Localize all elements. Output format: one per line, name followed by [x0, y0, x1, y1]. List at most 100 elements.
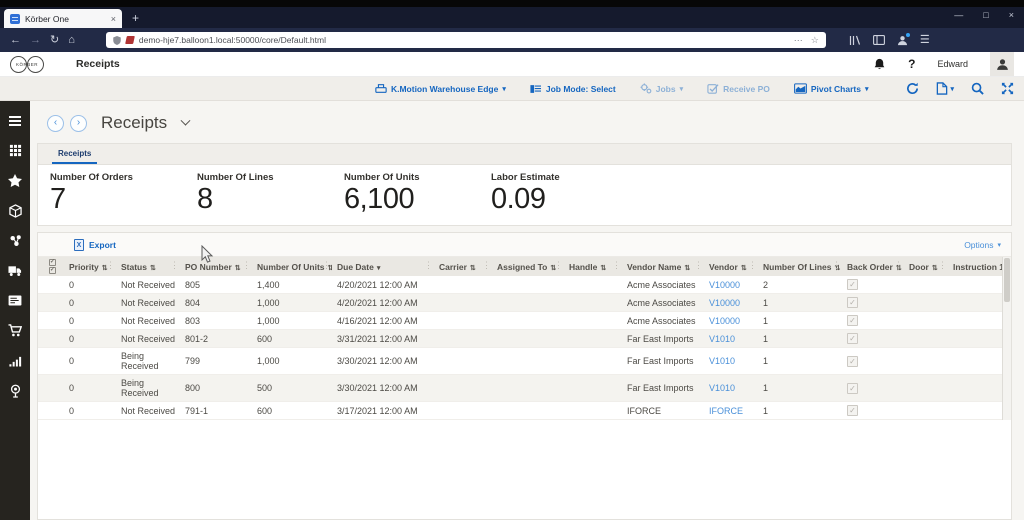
tab-receipts[interactable]: Receipts: [52, 149, 98, 164]
table-row[interactable]: 0 Not Received 801-2 600 3/31/2021 12:00 AM F…: [38, 329, 1011, 349]
row-select-cell[interactable]: [38, 401, 64, 421]
cell-carrier: [434, 293, 492, 313]
network-nodes-icon[interactable]: [8, 233, 23, 248]
column-header-back-order[interactable]: Back Order ⇅ ⋮: [842, 257, 904, 277]
browser-tab[interactable]: Körber One ×: [4, 9, 122, 28]
table-row[interactable]: 0 Being Received 800 500 3/30/2021 12:00 AM F…: [38, 374, 1011, 403]
column-header-number-of-units[interactable]: Number Of Units ⇅ ⋮: [252, 257, 332, 277]
scrollbar-thumb[interactable]: [1004, 258, 1010, 303]
cell-carrier: [434, 276, 492, 295]
row-select-cell[interactable]: [38, 311, 64, 331]
column-header-number-of-lines[interactable]: Number Of Lines ⇅ ⋮: [758, 257, 842, 277]
cell-vendor: IFORCE: [704, 401, 758, 421]
page-actions-icon[interactable]: ⋯: [794, 35, 803, 46]
nav-forward-button[interactable]: ›: [70, 114, 87, 132]
order-card-icon[interactable]: [8, 293, 23, 308]
app-menu-icon[interactable]: ☰: [920, 34, 930, 46]
close-window-button[interactable]: ×: [1009, 10, 1014, 20]
select-all-header[interactable]: ✓ ✓: [38, 257, 64, 277]
notifications-bell-icon[interactable]: [873, 58, 886, 71]
vertical-scrollbar[interactable]: [1002, 257, 1011, 421]
column-header-assigned-to[interactable]: Assigned To ⇅ ⋮: [492, 257, 564, 277]
table-row[interactable]: 0 Not Received 803 1,000 4/16/2021 12:00 AM A…: [38, 311, 1011, 331]
cell-po-number: 804: [180, 293, 252, 313]
menu-icon[interactable]: [8, 113, 23, 128]
maximize-button[interactable]: □: [983, 10, 988, 20]
vendor-link[interactable]: V1010: [709, 383, 735, 393]
sidebar-toggle-icon[interactable]: [872, 35, 885, 45]
new-document-button[interactable]: ▾: [936, 82, 954, 95]
vendor-link[interactable]: IFORCE: [709, 406, 743, 416]
vendor-link[interactable]: V10000: [709, 298, 740, 308]
cell-handle: [564, 374, 622, 403]
table-row[interactable]: 0 Not Received 805 1,400 4/20/2021 12:00 AM A…: [38, 276, 1011, 295]
shield-icon: [113, 35, 121, 45]
profile-icon[interactable]: [897, 32, 910, 46]
url-bar[interactable]: demo-hje7.balloon1.local:50000/core/Defa…: [105, 32, 826, 48]
table-row[interactable]: 0 Not Received 791-1 600 3/17/2021 12:00 AM I…: [38, 401, 1011, 421]
refresh-button[interactable]: [906, 82, 919, 95]
column-header-status[interactable]: Status ⇅ ⋮: [116, 257, 180, 277]
column-header-door[interactable]: Door ⇅ ⋮: [904, 257, 948, 277]
vendor-link[interactable]: V1010: [709, 356, 735, 366]
column-label: Due Date: [337, 261, 374, 272]
help-button[interactable]: ?: [908, 57, 915, 71]
column-header-handle[interactable]: Handle ⇅ ⋮: [564, 257, 622, 277]
column-header-carrier[interactable]: Carrier ⇅ ⋮: [434, 257, 492, 277]
avatar[interactable]: [990, 52, 1014, 76]
nav-back-button[interactable]: ‹: [47, 114, 64, 132]
export-button[interactable]: Export: [74, 238, 116, 251]
job-mode-button[interactable]: Job Mode: Select: [530, 84, 616, 94]
apps-grid-icon[interactable]: [8, 143, 23, 158]
beacon-icon[interactable]: [8, 383, 23, 398]
bar-chart-icon[interactable]: [8, 353, 23, 368]
fullscreen-button[interactable]: [1001, 82, 1014, 95]
vendor-link[interactable]: V10000: [709, 280, 740, 290]
table-header-row: ✓ ✓ Priority ⇅ ⋮ Status ⇅ ⋮ PO Number ⇅ ⋮ Number …: [38, 257, 1011, 277]
truck-icon[interactable]: [8, 263, 23, 278]
column-header-priority[interactable]: Priority ⇅ ⋮: [64, 257, 116, 277]
row-select-cell[interactable]: [38, 329, 64, 349]
column-header-vendor[interactable]: Vendor ⇅ ⋮: [704, 257, 758, 277]
column-header-due-date[interactable]: Due Date ▾ ⋮: [332, 257, 434, 277]
close-tab-icon[interactable]: ×: [111, 14, 116, 24]
column-header-po-number[interactable]: PO Number ⇅ ⋮: [180, 257, 252, 277]
bookmark-star-icon[interactable]: ☆: [811, 35, 819, 46]
row-select-cell[interactable]: [38, 347, 64, 376]
sort-updown-icon: ⇅: [931, 264, 938, 272]
back-order-checkbox: ✓: [847, 382, 858, 394]
vendor-link[interactable]: V1010: [709, 334, 735, 344]
pivot-charts-button[interactable]: Pivot Charts ▾: [793, 83, 868, 94]
new-tab-button[interactable]: +: [132, 11, 139, 25]
cell-status: Not Received: [116, 329, 180, 349]
table-row[interactable]: 0 Being Received 799 1,000 3/30/2021 12:00 A…: [38, 347, 1011, 376]
options-button[interactable]: Options ▾: [964, 240, 1001, 250]
cell-due-date: 3/31/2021 12:00 AM: [332, 329, 434, 349]
row-select-cell[interactable]: [38, 276, 64, 295]
reload-button[interactable]: ↻: [50, 34, 59, 46]
warehouse-edge-button[interactable]: K.Motion Warehouse Edge ▾: [375, 83, 506, 94]
page-title-dropdown-icon[interactable]: [180, 115, 191, 126]
column-separator-icon: ⋮: [938, 260, 947, 271]
cell-number-of-units: 1,000: [252, 311, 332, 331]
column-separator-icon: ⋮: [106, 260, 115, 271]
inventory-cube-icon[interactable]: [8, 203, 23, 218]
cell-handle: [564, 347, 622, 376]
cell-number-of-lines: 1: [758, 329, 842, 349]
forward-button[interactable]: →: [30, 34, 41, 46]
home-button[interactable]: ⌂: [68, 34, 75, 46]
cart-icon[interactable]: [8, 323, 23, 338]
library-icon[interactable]: [849, 35, 861, 46]
search-button[interactable]: [971, 82, 984, 95]
minimize-button[interactable]: —: [954, 10, 963, 20]
vendor-link[interactable]: V10000: [709, 316, 740, 326]
sort-updown-icon: ⇅: [469, 264, 476, 272]
jobs-button[interactable]: Jobs ▾: [640, 83, 683, 94]
row-select-cell[interactable]: [38, 293, 64, 313]
table-row[interactable]: 0 Not Received 804 1,000 4/20/2021 12:00 AM A…: [38, 293, 1011, 313]
column-header-vendor-name[interactable]: Vendor Name ⇅ ⋮: [622, 257, 704, 277]
row-select-cell[interactable]: [38, 374, 64, 403]
favorites-star-icon[interactable]: [8, 173, 23, 188]
back-button[interactable]: ←: [10, 34, 21, 46]
receive-po-button[interactable]: Receive PO: [707, 83, 770, 94]
